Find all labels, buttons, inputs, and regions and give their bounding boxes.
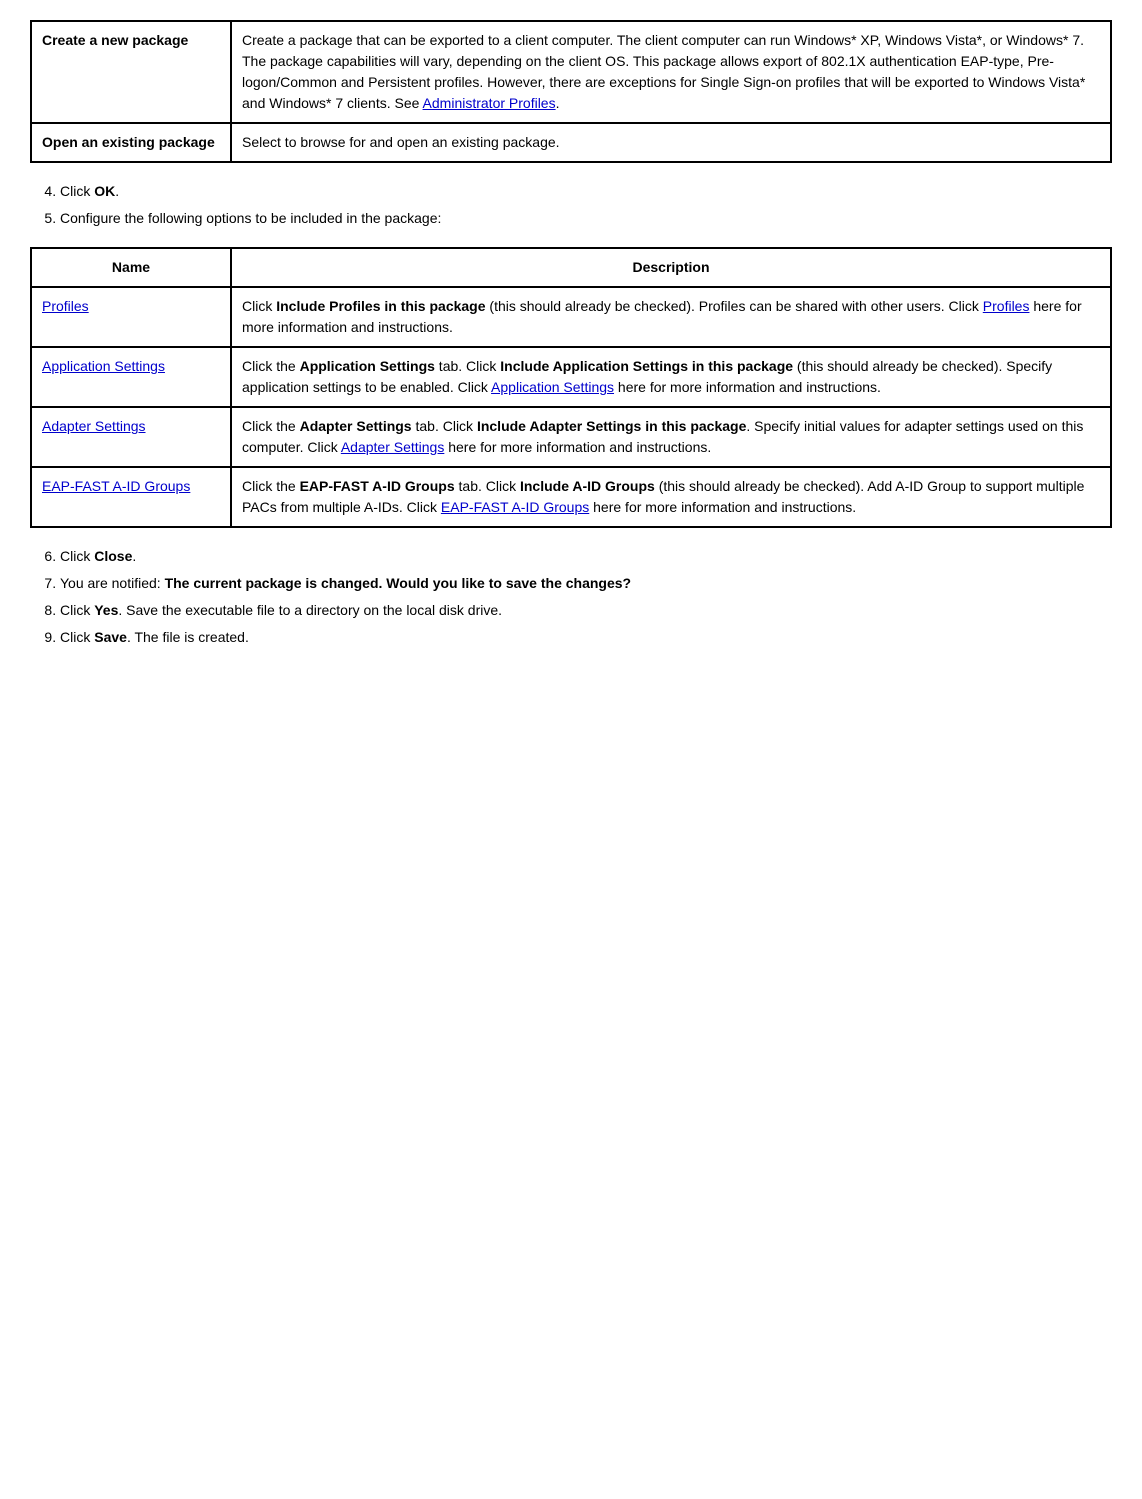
- eap-fast-row: EAP-FAST A-ID Groups Click the EAP-FAST …: [31, 467, 1111, 527]
- profiles-row: Profiles Click Include Profiles in this …: [31, 287, 1111, 347]
- step-7: You are notified: The current package is…: [60, 573, 1112, 594]
- application-settings-name-cell: Application Settings: [31, 347, 231, 407]
- application-settings-link[interactable]: Application Settings: [42, 358, 165, 374]
- table-header-row: Name Description: [31, 248, 1111, 287]
- eap-fast-bold1: EAP-FAST A-ID Groups: [300, 478, 455, 494]
- eap-fast-inline-link[interactable]: EAP-FAST A-ID Groups: [441, 499, 589, 515]
- adapter-settings-link[interactable]: Adapter Settings: [42, 418, 146, 434]
- adapter-settings-inline-link[interactable]: Adapter Settings: [341, 439, 445, 455]
- profiles-link[interactable]: Profiles: [42, 298, 89, 314]
- package-options-table: Create a new package Create a package th…: [30, 20, 1112, 163]
- step-9: Click Save. The file is created.: [60, 627, 1112, 648]
- table-row: Open an existing package Select to brows…: [31, 123, 1111, 162]
- table-row: Create a new package Create a package th…: [31, 21, 1111, 123]
- open-package-description: Select to browse for and open an existin…: [231, 123, 1111, 162]
- steps-before-table2: Click OK. Configure the following option…: [60, 181, 1112, 229]
- application-settings-description: Click the Application Settings tab. Clic…: [231, 347, 1111, 407]
- adapter-settings-name-cell: Adapter Settings: [31, 407, 231, 467]
- eap-fast-name-cell: EAP-FAST A-ID Groups: [31, 467, 231, 527]
- steps-after-table2: Click Close. You are notified: The curre…: [60, 546, 1112, 648]
- step-9-bold: Save: [94, 629, 127, 645]
- step-6-bold: Close: [94, 548, 132, 564]
- step-8-bold: Yes: [94, 602, 118, 618]
- adapter-settings-row: Adapter Settings Click the Adapter Setti…: [31, 407, 1111, 467]
- eap-fast-bold2: Include A-ID Groups: [520, 478, 655, 494]
- adapter-settings-bold1: Adapter Settings: [300, 418, 412, 434]
- step-4: Click OK.: [60, 181, 1112, 202]
- options-table: Name Description Profiles Click Include …: [30, 247, 1112, 528]
- create-package-desc-after: .: [556, 95, 560, 111]
- create-package-description: Create a package that can be exported to…: [231, 21, 1111, 123]
- adapter-settings-bold2: Include Adapter Settings in this package: [477, 418, 746, 434]
- open-package-name: Open an existing package: [31, 123, 231, 162]
- adapter-settings-description: Click the Adapter Settings tab. Click In…: [231, 407, 1111, 467]
- step-5: Configure the following options to be in…: [60, 208, 1112, 229]
- application-settings-inline-link[interactable]: Application Settings: [491, 379, 614, 395]
- profiles-name-cell: Profiles: [31, 287, 231, 347]
- profiles-inline-link[interactable]: Profiles: [983, 298, 1030, 314]
- description-header: Description: [231, 248, 1111, 287]
- create-package-desc-text: Create a package that can be exported to…: [242, 32, 1085, 111]
- profiles-description: Click Include Profiles in this package (…: [231, 287, 1111, 347]
- step-6: Click Close.: [60, 546, 1112, 567]
- app-settings-bold1: Application Settings: [300, 358, 435, 374]
- step-4-bold: OK: [94, 183, 115, 199]
- application-settings-row: Application Settings Click the Applicati…: [31, 347, 1111, 407]
- profiles-bold1: Include Profiles in this package: [276, 298, 485, 314]
- step-8: Click Yes. Save the executable file to a…: [60, 600, 1112, 621]
- create-package-name: Create a new package: [31, 21, 231, 123]
- name-header: Name: [31, 248, 231, 287]
- step-7-bold: The current package is changed. Would yo…: [165, 575, 632, 591]
- eap-fast-link[interactable]: EAP-FAST A-ID Groups: [42, 478, 190, 494]
- administrator-profiles-link[interactable]: Administrator Profiles: [423, 95, 556, 111]
- app-settings-bold2: Include Application Settings in this pac…: [500, 358, 793, 374]
- eap-fast-description: Click the EAP-FAST A-ID Groups tab. Clic…: [231, 467, 1111, 527]
